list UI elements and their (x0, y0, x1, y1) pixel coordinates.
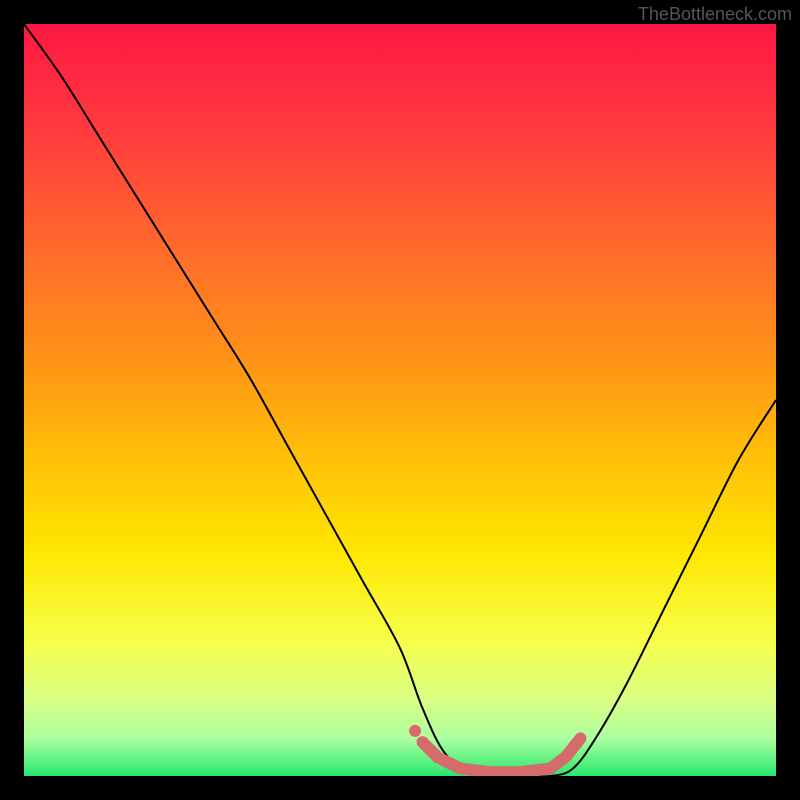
bottleneck-curve-line (24, 24, 776, 776)
chart-plot (24, 24, 776, 776)
watermark-text: TheBottleneck.com (638, 4, 792, 25)
highlight-dot (409, 725, 421, 737)
chart-container (24, 24, 776, 776)
optimal-range-highlight (423, 738, 581, 772)
